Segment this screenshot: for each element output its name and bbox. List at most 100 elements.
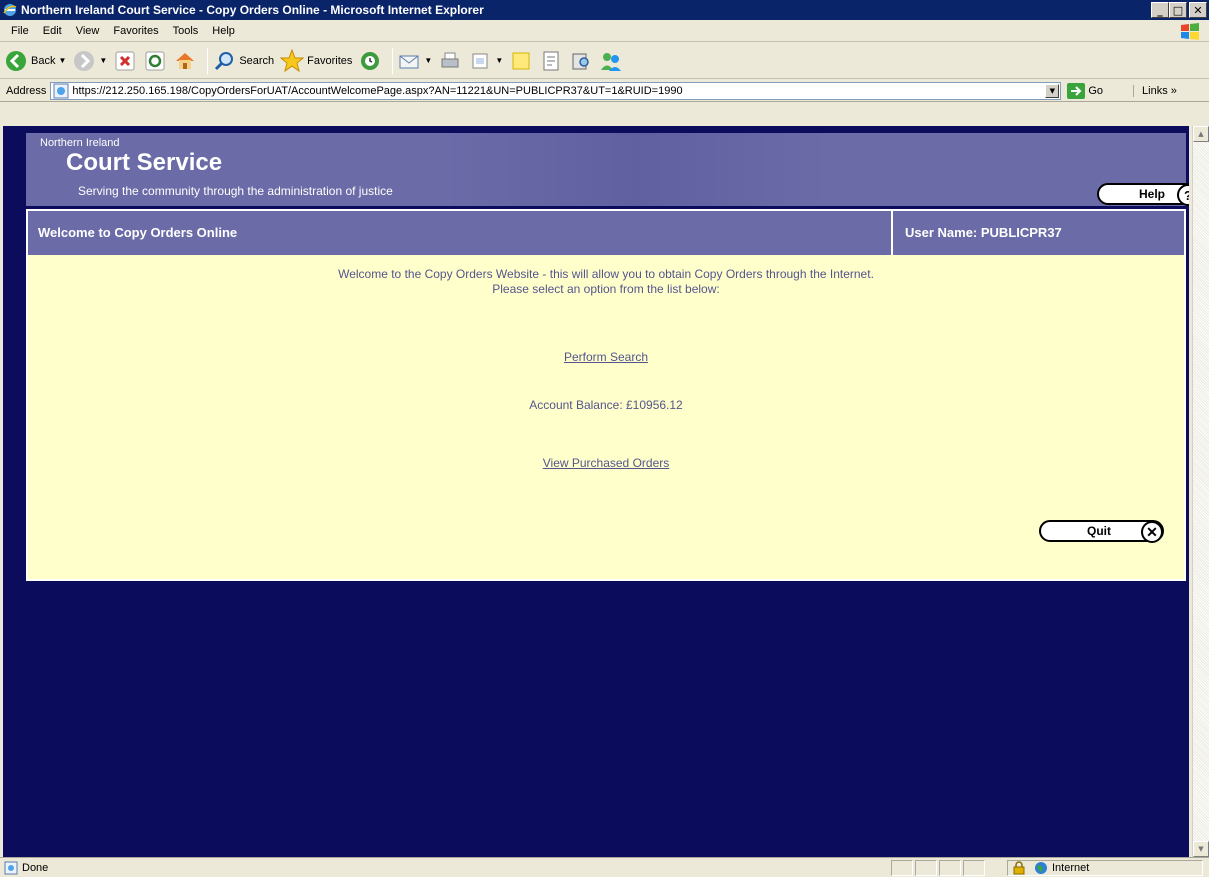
menu-file[interactable]: File (4, 25, 36, 37)
security-zone[interactable]: Internet (1007, 860, 1203, 876)
edit-page-icon (468, 49, 492, 73)
status-cell (963, 860, 985, 876)
people-icon (599, 49, 623, 73)
lock-icon (1013, 861, 1025, 875)
help-question-icon: ? (1177, 184, 1189, 206)
window-title: Northern Ireland Court Service - Copy Or… (21, 3, 484, 17)
forward-button[interactable]: ▼ (72, 49, 107, 73)
print-button[interactable] (438, 49, 462, 73)
edit-dropdown-icon[interactable]: ▼ (495, 56, 503, 65)
header-divider (891, 211, 893, 255)
search-icon (212, 49, 236, 73)
status-cell (915, 860, 937, 876)
home-button[interactable] (173, 49, 197, 73)
menu-bar: File Edit View Favorites Tools Help (0, 20, 1209, 42)
zone-label: Internet (1052, 862, 1090, 874)
scroll-down-icon[interactable]: ▼ (1193, 841, 1209, 857)
discuss-button[interactable] (509, 49, 533, 73)
refresh-button[interactable] (143, 49, 167, 73)
messenger-button[interactable] (569, 49, 593, 73)
back-arrow-icon (4, 49, 28, 73)
windows-logo-icon (1181, 23, 1199, 40)
search-label: Search (239, 54, 275, 67)
print-icon (438, 49, 462, 73)
page-icon (53, 83, 69, 98)
forward-dropdown-icon[interactable]: ▼ (99, 56, 107, 65)
mail-button[interactable]: ▼ (397, 49, 432, 73)
perform-search-row: Perform Search (28, 350, 1184, 364)
refresh-icon (143, 49, 167, 73)
page-done-icon (4, 861, 18, 874)
research-button[interactable] (539, 49, 563, 73)
status-cell (939, 860, 961, 876)
back-label: Back (31, 54, 56, 67)
back-dropdown-icon[interactable]: ▼ (58, 56, 66, 65)
ie-app-icon (3, 4, 17, 16)
go-label: Go (1088, 84, 1104, 97)
vertical-scrollbar[interactable]: ▲ ▼ (1192, 126, 1209, 857)
maximize-button[interactable]: □ (1169, 2, 1187, 18)
quit-label: Quit (1087, 524, 1111, 538)
quit-close-icon: ✕ (1141, 521, 1163, 543)
menu-favorites[interactable]: Favorites (106, 25, 165, 37)
window-title-bar[interactable]: Northern Ireland Court Service - Copy Or… (0, 0, 1209, 20)
account-balance: Account Balance: £10956.12 (529, 398, 683, 412)
links-button[interactable]: Links » (1133, 84, 1177, 97)
perform-search-link[interactable]: Perform Search (564, 350, 648, 364)
forward-arrow-icon (72, 49, 96, 73)
note-icon (509, 49, 533, 73)
welcome-line-2: Please select an option from the list be… (492, 282, 720, 296)
status-text: Done (22, 861, 49, 874)
help-button[interactable]: Help ? (1097, 183, 1189, 206)
menu-help[interactable]: Help (205, 25, 242, 37)
address-url: https://212.250.165.198/CopyOrdersForUAT… (72, 84, 683, 97)
stop-button[interactable] (113, 49, 137, 73)
banner-title: Court Service (66, 149, 223, 176)
favorites-button[interactable]: Favorites (280, 48, 353, 73)
toolbar-separator (392, 47, 394, 74)
address-label: Address (6, 84, 47, 97)
search-button[interactable]: Search (212, 49, 274, 73)
scroll-up-icon[interactable]: ▲ (1193, 126, 1209, 142)
banner-gradient (446, 133, 826, 206)
history-button[interactable] (358, 49, 382, 73)
view-purchased-row: View Purchased Orders (28, 456, 1184, 470)
welcome-line-1: Welcome to the Copy Orders Website - thi… (338, 267, 874, 281)
account-balance-row: Account Balance: £10956.12 (28, 398, 1184, 412)
document-icon (539, 49, 563, 73)
welcome-panel: Welcome to Copy Orders Online User Name:… (26, 209, 1186, 581)
back-button[interactable]: Back ▼ (4, 49, 66, 73)
messenger-people-button[interactable] (599, 49, 623, 73)
home-icon (173, 49, 197, 73)
address-dropdown-icon[interactable]: ▼ (1045, 83, 1060, 98)
minimize-button[interactable]: _ (1151, 2, 1169, 18)
toolbar-separator (207, 47, 209, 74)
book-search-icon (569, 49, 593, 73)
address-bar: Address https://212.250.165.198/CopyOrde… (0, 80, 1209, 102)
close-window-button[interactable]: ✕ (1189, 2, 1207, 18)
view-purchased-orders-link[interactable]: View Purchased Orders (543, 456, 670, 470)
go-button[interactable]: Go (1067, 82, 1104, 99)
mail-dropdown-icon[interactable]: ▼ (424, 56, 432, 65)
edit-button[interactable]: ▼ (468, 49, 503, 73)
favorites-label: Favorites (307, 54, 353, 67)
internet-globe-icon (1035, 862, 1047, 874)
panel-title: Welcome to Copy Orders Online (38, 225, 238, 240)
welcome-text: Welcome to the Copy Orders Website - thi… (28, 267, 1184, 297)
menu-tools[interactable]: Tools (166, 25, 206, 37)
go-arrow-icon (1067, 82, 1086, 99)
quit-button[interactable]: Quit ✕ (1039, 520, 1164, 543)
banner-tagline: Serving the community through the admini… (78, 184, 393, 198)
panel-header: Welcome to Copy Orders Online User Name:… (28, 211, 1184, 255)
toolbar: Back ▼ ▼ Search Favorites ▼ ▼ (0, 43, 1209, 79)
menu-edit[interactable]: Edit (36, 25, 69, 37)
page-viewport: Northern Ireland Court Service Serving t… (3, 126, 1189, 857)
status-cell (891, 860, 913, 876)
banner-subtitle: Northern Ireland (40, 137, 120, 149)
status-bar: Done Internet (0, 857, 1209, 877)
favorites-star-icon (280, 48, 305, 73)
address-input[interactable]: https://212.250.165.198/CopyOrdersForUAT… (50, 81, 1062, 100)
menu-view[interactable]: View (69, 25, 107, 37)
stop-icon (113, 49, 137, 73)
site-banner: Northern Ireland Court Service Serving t… (26, 133, 1189, 206)
